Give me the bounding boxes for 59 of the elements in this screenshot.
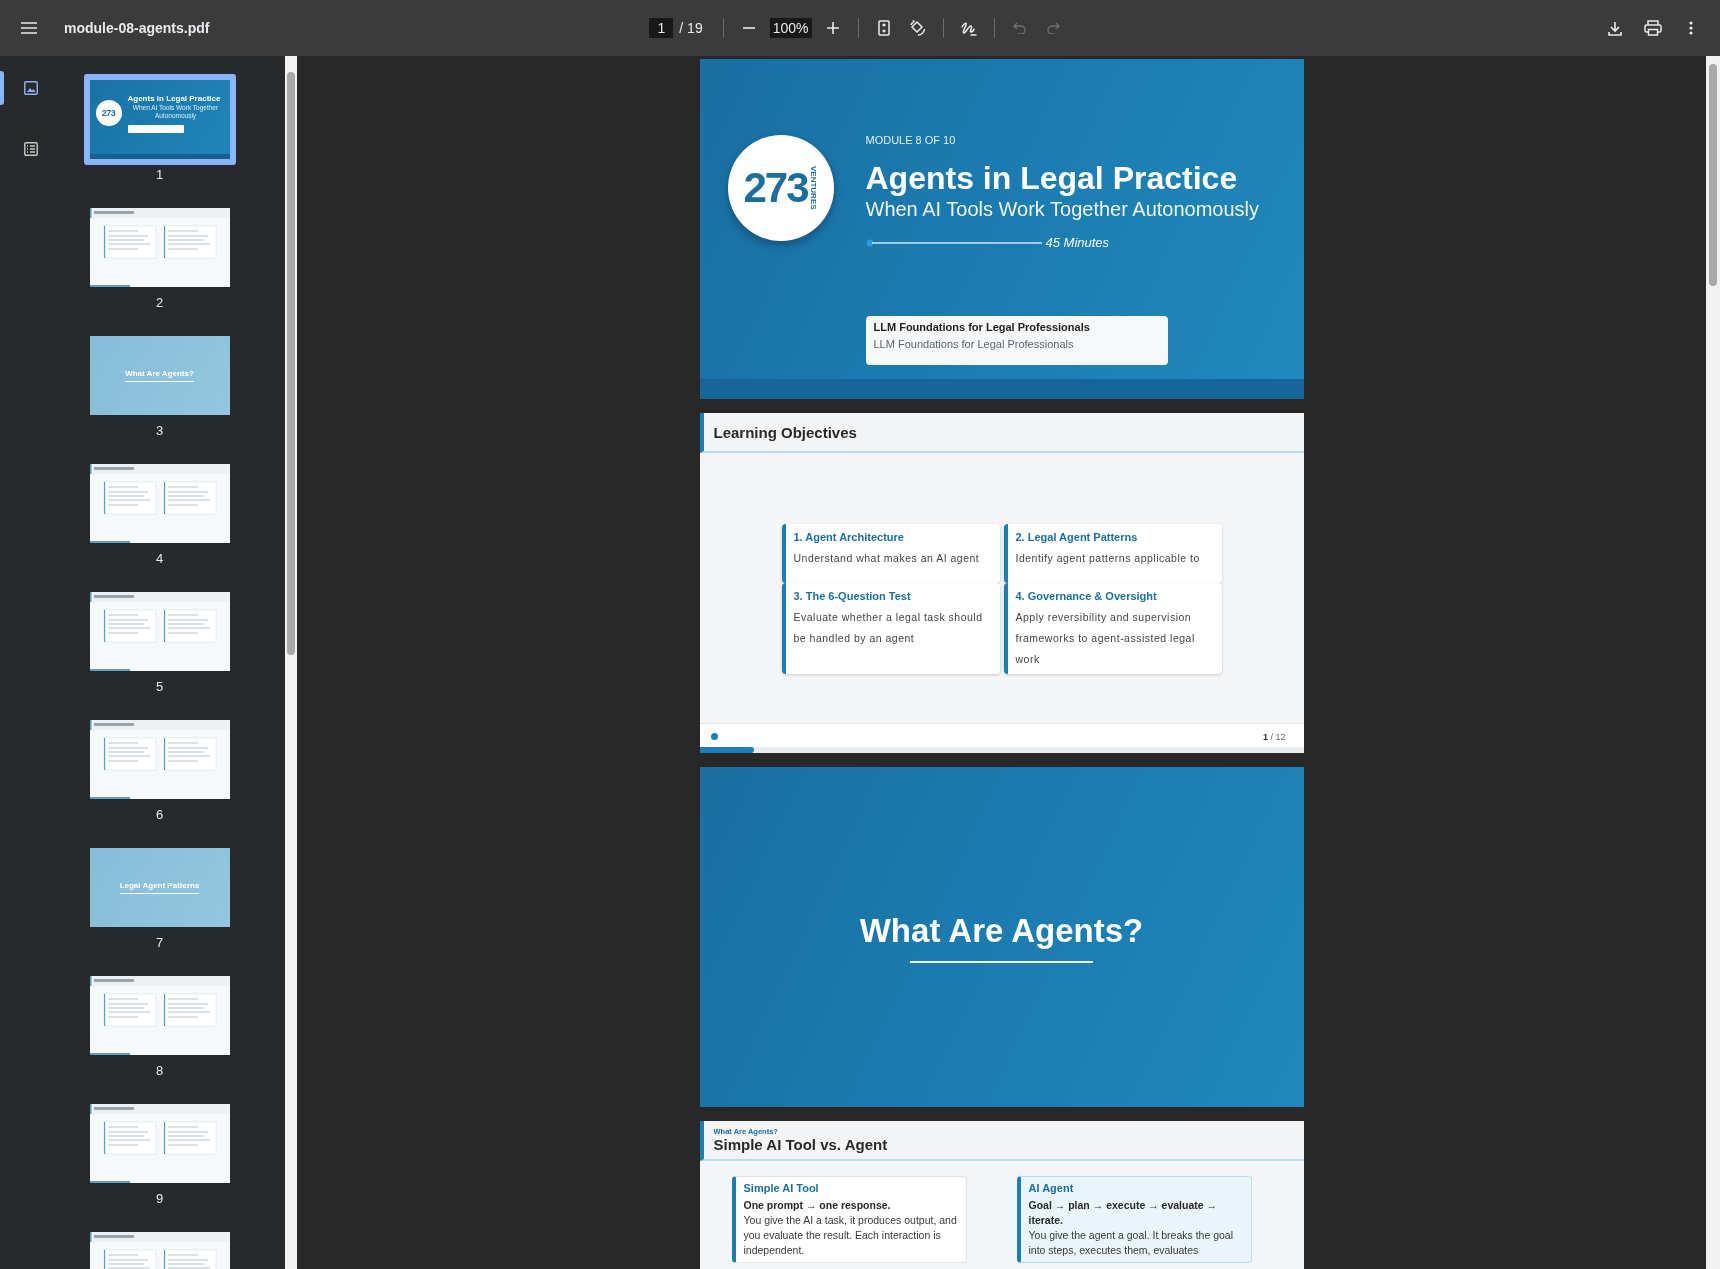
objective-title: 4. Governance & Oversight: [1015, 589, 1158, 603]
file-name: module-08-agents.pdf: [64, 20, 210, 36]
objective-title: 1. Agent Architecture: [793, 530, 905, 544]
slide-counter: 1 / 12: [1262, 732, 1286, 742]
objective-text: Evaluate whether a legal task should be handled by an agent: [793, 610, 984, 646]
logo-caption: VENTURES: [808, 166, 818, 210]
page-number: 4: [155, 550, 164, 568]
thumbnail-title: What Are Agents?: [125, 369, 194, 382]
objective-text: Identify agent patterns applicable to: [1015, 551, 1201, 566]
minus-icon: [742, 27, 755, 29]
menu-icon: [21, 22, 37, 34]
page-number: 8: [155, 1062, 164, 1080]
course-subtitle: LLM Foundations for Legal Professionals: [873, 338, 1075, 350]
progress-dot: [710, 733, 718, 740]
pen-icon: [960, 20, 977, 36]
thumbnail-logo: 273: [95, 100, 122, 126]
card-title: AI Agent: [1028, 1181, 1075, 1196]
page-number: 1: [155, 166, 164, 184]
objective-text: Understand what makes an AI agent: [793, 551, 981, 566]
card-text: You give the AI a task, it produces output, and you evaluate the result. Each interaction is independent.: [743, 1213, 958, 1258]
plus-icon: [826, 22, 839, 34]
slide-subtitle: When AI Tools Work Together Autonomously: [865, 197, 1260, 221]
page-number: 2: [155, 294, 164, 312]
objective-title: 3. The 6-Question Test: [793, 589, 912, 603]
page-number: 6: [155, 806, 164, 824]
page-number: 5: [155, 678, 164, 696]
slide-title: Learning Objectives: [713, 423, 858, 441]
slide-title: Agents in Legal Practice: [865, 159, 1238, 197]
download-icon: [1608, 20, 1622, 36]
print-icon: [1644, 20, 1662, 36]
thumbnail-course-box: [127, 124, 184, 133]
rotate-icon: [909, 20, 927, 36]
objective-text: Apply reversibility and supervision frameworks to agent-assisted legal work: [1015, 610, 1196, 667]
objective-title: 2. Legal Agent Patterns: [1015, 530, 1139, 544]
card-text: You give the agent a goal. It breaks the goal into steps, executes them, evaluates: [1028, 1228, 1234, 1258]
list-icon: [24, 142, 38, 156]
section-title: What Are Agents?: [859, 911, 1144, 963]
module-label: MODULE 8 OF 10: [865, 133, 956, 147]
zoom-field[interactable]: 100%: [769, 18, 812, 38]
page-number-field[interactable]: 1: [649, 18, 674, 38]
page-number: 3: [155, 422, 164, 440]
page-number: 9: [155, 1190, 164, 1208]
image-icon: [24, 81, 38, 95]
thumbnail-title: Agents in Legal Practice: [127, 93, 221, 103]
card-lead: One prompt → one response.: [743, 1198, 892, 1213]
more-icon: [1689, 21, 1693, 35]
card-lead: Goal → plan → execute → evaluate → iterate.: [1028, 1198, 1219, 1228]
selected-view-indicator: [0, 71, 4, 105]
redo-icon: [1047, 22, 1061, 34]
page-number: 7: [155, 934, 164, 952]
duration-label: 45 Minutes: [1045, 235, 1110, 250]
undo-icon: [1013, 22, 1027, 34]
slide-title: Simple AI Tool vs. Agent: [713, 1136, 889, 1153]
logo-number: 273: [743, 164, 808, 212]
thumbnail-title: Legal Agent Patterns: [119, 881, 200, 894]
fit-page-icon: [877, 20, 890, 36]
course-title: LLM Foundations for Legal Professionals: [873, 321, 1091, 333]
card-title: Simple AI Tool: [743, 1181, 820, 1196]
page-count: / 19: [679, 20, 703, 36]
